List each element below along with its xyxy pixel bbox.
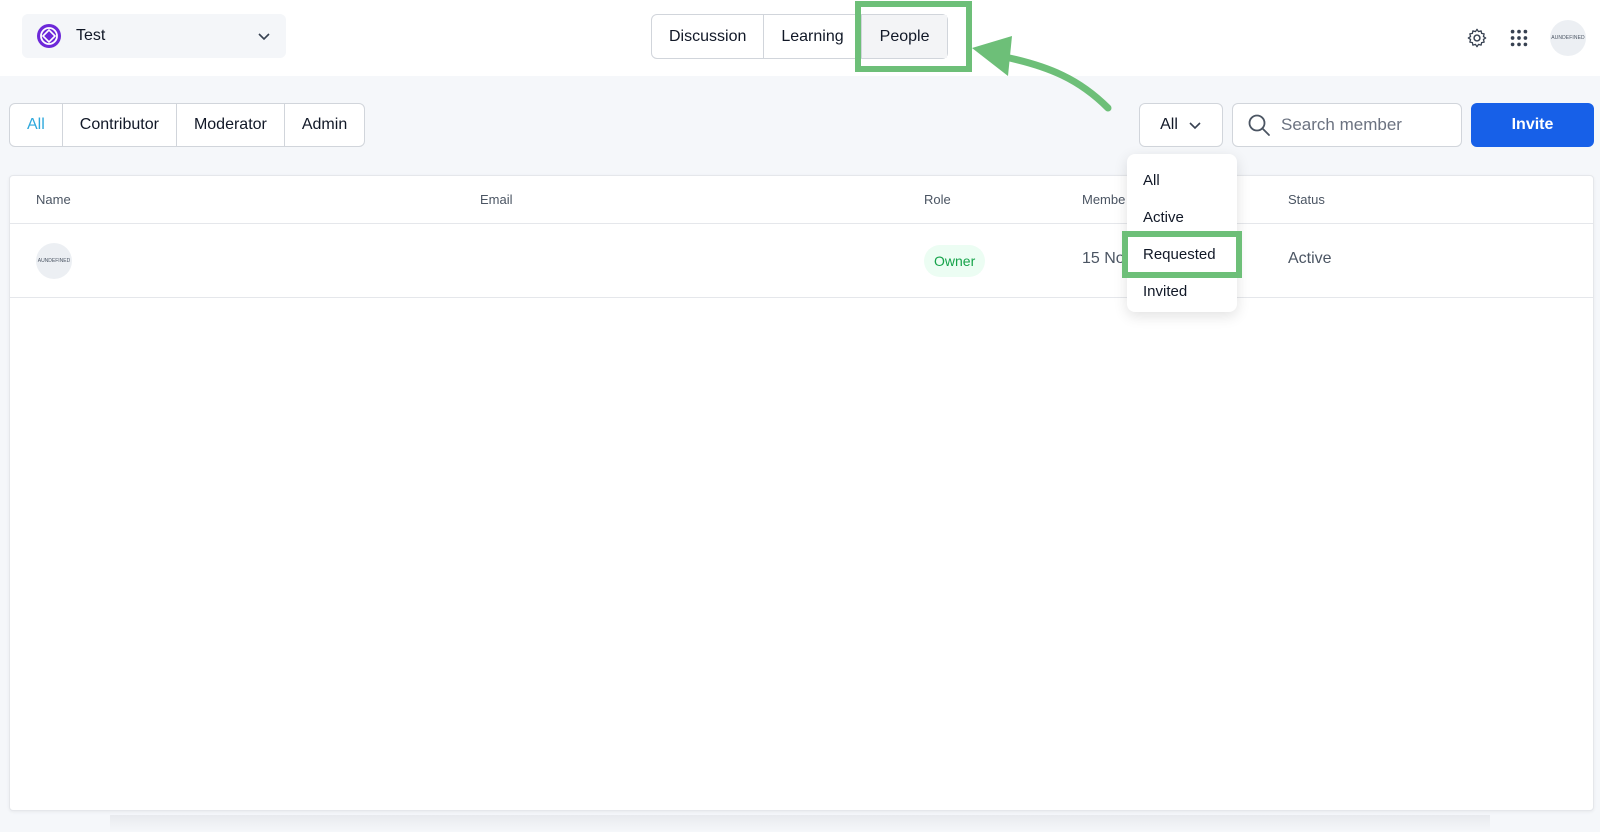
main-nav-tabs: Discussion Learning People xyxy=(651,14,949,59)
tab-discussion[interactable]: Discussion xyxy=(652,15,765,58)
dropdown-option-invited[interactable]: Invited xyxy=(1127,273,1237,310)
workspace-name: Test xyxy=(76,27,106,44)
dropdown-option-all[interactable]: All xyxy=(1127,162,1237,199)
apps-grid-icon[interactable] xyxy=(1508,27,1530,49)
gear-icon[interactable] xyxy=(1466,27,1488,49)
bottom-shadow xyxy=(110,815,1490,832)
role-tab-contributor[interactable]: Contributor xyxy=(63,104,177,146)
workspace-logo-icon xyxy=(37,24,61,48)
table-header: Name Email Role Membe Status xyxy=(10,176,1593,224)
dropdown-option-requested[interactable]: Requested xyxy=(1127,236,1237,273)
tab-people[interactable]: People xyxy=(861,15,948,58)
user-avatar[interactable]: AUNDEFINED xyxy=(1550,20,1586,56)
invite-button[interactable]: Invite xyxy=(1471,103,1594,147)
top-header: Test Discussion Learning People AUNDEFIN… xyxy=(0,0,1600,76)
role-tab-admin[interactable]: Admin xyxy=(285,104,364,146)
status-dropdown-menu: All Active Requested Invited xyxy=(1127,154,1237,312)
role-tab-moderator[interactable]: Moderator xyxy=(177,104,285,146)
table-row[interactable]: AUNDEFINED Owner 15 No Active xyxy=(10,224,1593,298)
role-filter-tabs: All Contributor Moderator Admin xyxy=(9,103,366,147)
workspace-switcher[interactable]: Test xyxy=(22,14,286,58)
status-filter-select[interactable]: All xyxy=(1139,103,1223,147)
header-actions: AUNDEFINED xyxy=(1466,20,1586,56)
column-header-member-since[interactable]: Membe xyxy=(1082,192,1125,207)
chevron-down-icon xyxy=(1189,122,1201,130)
column-header-email[interactable]: Email xyxy=(480,192,513,207)
annotation-arrow-icon xyxy=(972,36,1112,112)
member-status: Active xyxy=(1288,250,1332,267)
members-table: Name Email Role Membe Status AUNDEFINED … xyxy=(9,175,1594,811)
member-since-date: 15 No xyxy=(1082,250,1125,267)
column-header-name[interactable]: Name xyxy=(36,192,71,207)
role-badge: Owner xyxy=(924,245,986,277)
search-icon xyxy=(1248,114,1270,136)
chevron-down-icon[interactable] xyxy=(256,28,272,44)
column-header-role[interactable]: Role xyxy=(924,192,951,207)
search-member-box[interactable] xyxy=(1232,103,1462,147)
search-input[interactable] xyxy=(1281,115,1451,135)
member-avatar: AUNDEFINED xyxy=(36,243,72,279)
tab-learning[interactable]: Learning xyxy=(764,15,862,58)
dropdown-option-active[interactable]: Active xyxy=(1127,199,1237,236)
column-header-status[interactable]: Status xyxy=(1288,192,1325,207)
role-tab-all[interactable]: All xyxy=(10,104,63,146)
status-filter-value: All xyxy=(1160,116,1178,133)
